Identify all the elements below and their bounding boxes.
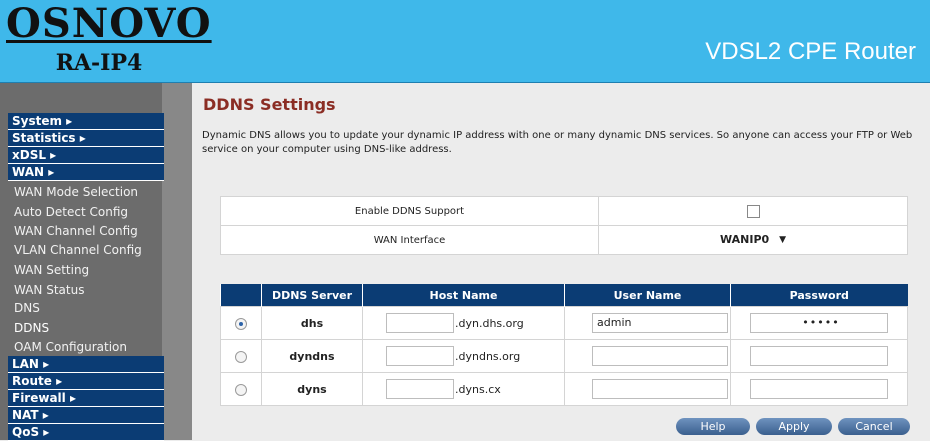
sidebar-item-wan-mode-selection[interactable]: WAN Mode Selection <box>14 184 138 200</box>
sidebar-item-wan-status[interactable]: WAN Status <box>14 282 84 298</box>
page-description: Dynamic DNS allows you to update your dy… <box>202 130 913 155</box>
column-header-user-name: User Name <box>564 284 731 307</box>
apply-button[interactable]: Apply <box>756 418 832 435</box>
sidebar-item-wan[interactable]: WAN ▸ <box>8 164 164 181</box>
column-header-ddns-server: DDNS Server <box>261 284 363 307</box>
enable-ddns-row: Enable DDNS Support <box>220 196 908 226</box>
help-button[interactable]: Help <box>676 418 750 435</box>
wan-interface-label: WAN Interface <box>220 225 599 255</box>
enable-ddns-checkbox[interactable] <box>746 204 760 218</box>
sidebar-item-auto-detect-config[interactable]: Auto Detect Config <box>14 204 128 220</box>
wan-interface-select[interactable]: WANIP0 ▼ <box>716 232 790 248</box>
sidebar-item-route[interactable]: Route ▸ <box>8 373 164 390</box>
sidebar-item-firewall[interactable]: Firewall ▸ <box>8 390 164 407</box>
sidebar-item-wan-setting[interactable]: WAN Setting <box>14 262 89 278</box>
sidebar-item-lan[interactable]: LAN ▸ <box>8 356 164 373</box>
column-header-password: Password <box>730 284 908 307</box>
wan-interface-value: WANIP0 <box>720 233 770 246</box>
ddns-server-table: DDNS Server Host Name User Name Password… <box>220 284 908 406</box>
sidebar-item-statistics[interactable]: Statistics ▸ <box>8 130 164 147</box>
user-name-input[interactable] <box>592 379 728 399</box>
server-radio-dyns[interactable] <box>235 383 247 396</box>
sidebar-nav: System ▸ Statistics ▸ xDSL ▸ WAN ▸ WAN M… <box>0 83 192 441</box>
enable-ddns-label: Enable DDNS Support <box>220 196 599 226</box>
server-name: dyndns <box>261 339 363 373</box>
host-suffix: .dyns.cx <box>455 382 501 396</box>
password-input[interactable] <box>750 346 888 366</box>
server-radio-dyndns[interactable] <box>235 350 247 363</box>
sidebar-item-nat[interactable]: NAT ▸ <box>8 407 164 424</box>
host-suffix: .dyndns.org <box>455 349 521 363</box>
main-content: DDNS Settings Dynamic DNS allows you to … <box>192 83 930 440</box>
sidebar-item-xdsl[interactable]: xDSL ▸ <box>8 147 164 164</box>
table-row: dyndns .dyndns.org <box>220 339 908 373</box>
password-input[interactable]: ••••• <box>750 313 888 333</box>
table-header-row: DDNS Server Host Name User Name Password <box>220 284 908 307</box>
ddns-settings-table: Enable DDNS Support WAN Interface WANIP0… <box>220 196 908 255</box>
server-name: dhs <box>261 306 363 340</box>
user-name-input[interactable]: admin <box>592 313 728 333</box>
brand-name: OSNOVO <box>6 0 212 47</box>
password-input[interactable] <box>750 379 888 399</box>
sidebar-item-oam-configuration[interactable]: OAM Configuration <box>14 339 127 355</box>
server-name: dyns <box>261 372 363 406</box>
product-title: VDSL2 CPE Router <box>705 38 916 65</box>
model-name: RA-IP4 <box>55 50 143 76</box>
sidebar-item-vlan-channel-config[interactable]: VLAN Channel Config <box>14 242 142 258</box>
sidebar-item-wan-channel-config[interactable]: WAN Channel Config <box>14 223 138 239</box>
table-row: dyns .dyns.cx <box>220 372 908 406</box>
host-name-input[interactable] <box>386 379 454 399</box>
wan-interface-cell: WANIP0 ▼ <box>598 225 908 255</box>
host-name-input[interactable] <box>386 346 454 366</box>
cancel-button[interactable]: Cancel <box>838 418 910 435</box>
user-name-input[interactable] <box>592 346 728 366</box>
enable-ddns-cell <box>598 196 908 226</box>
table-row: dhs .dyn.dhs.org admin ••••• <box>220 306 908 340</box>
wan-interface-row: WAN Interface WANIP0 ▼ <box>220 225 908 255</box>
page-title: DDNS Settings <box>203 95 336 114</box>
radio-column-header <box>220 284 262 307</box>
sidebar-item-ddns[interactable]: DDNS <box>14 320 49 336</box>
host-suffix: .dyn.dhs.org <box>455 316 524 330</box>
brand-logo: OSNOVO RA-IP4 <box>0 0 212 82</box>
sidebar-item-dns[interactable]: DNS <box>14 300 40 316</box>
host-name-input[interactable] <box>386 313 454 333</box>
sidebar-item-system[interactable]: System ▸ <box>8 113 164 130</box>
chevron-down-icon: ▼ <box>779 235 786 245</box>
column-header-host-name: Host Name <box>362 284 565 307</box>
sidebar-item-qos[interactable]: QoS ▸ <box>8 424 164 441</box>
header-banner: OSNOVO RA-IP4 VDSL2 CPE Router <box>0 0 930 83</box>
server-radio-dhs[interactable] <box>235 317 247 330</box>
